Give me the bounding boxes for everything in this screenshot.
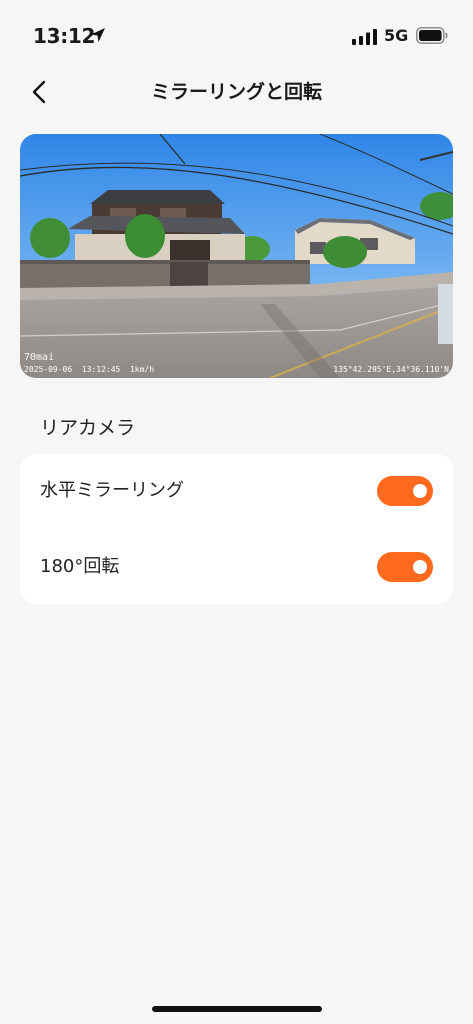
battery-icon — [416, 27, 448, 44]
camera-preview: 70mai 2025-09-06 13:12:45 1km/h 135°42.2… — [20, 134, 453, 378]
toggle-knob — [413, 560, 427, 574]
watermark-datetime: 2025-09-06 13:12:45 1km/h — [24, 365, 155, 374]
horizontal-mirroring-toggle[interactable] — [377, 476, 433, 506]
section-title: リアカメラ — [40, 417, 136, 439]
status-bar: 13:12 5G — [0, 0, 473, 74]
signal-icon — [352, 29, 377, 45]
setting-label: 水平ミラーリング — [40, 480, 184, 501]
watermark-brand: 70mai — [24, 352, 55, 363]
setting-row-horizontal-mirroring: 水平ミラーリング — [20, 454, 453, 529]
watermark-gps: 135°42.295'E,34°36.110'N — [333, 365, 449, 374]
setting-row-rotate-180: 180°回転 — [20, 530, 453, 605]
camera-preview-image — [20, 134, 453, 378]
toggle-knob — [413, 484, 427, 498]
rotate-180-toggle[interactable] — [377, 552, 433, 582]
settings-card: 水平ミラーリング 180°回転 — [20, 454, 453, 604]
location-arrow-icon — [91, 28, 105, 42]
home-indicator — [152, 1006, 322, 1012]
network-type: 5G — [384, 26, 409, 45]
page-title: ミラーリングと回転 — [150, 81, 322, 103]
status-time: 13:12 — [33, 24, 96, 48]
setting-label: 180°回転 — [40, 556, 120, 577]
